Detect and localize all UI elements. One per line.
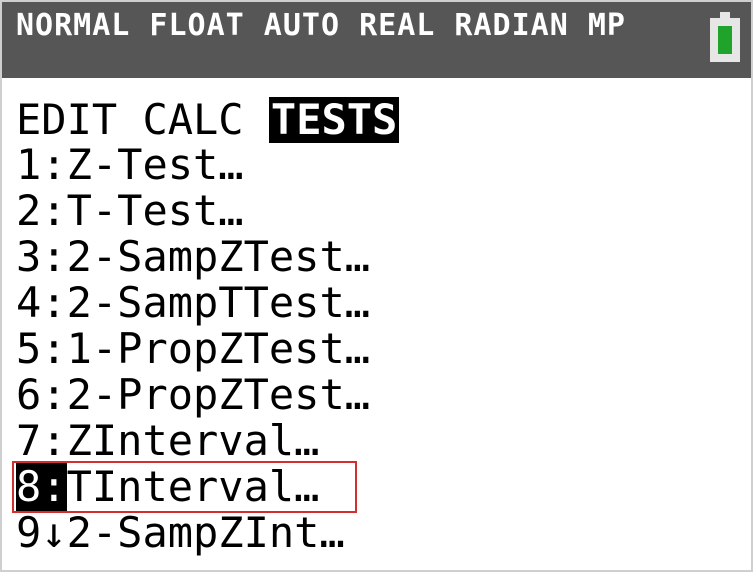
tab-edit[interactable]: EDIT [16,97,117,143]
menu-item-7[interactable]: 7:ZInterval… [16,418,319,464]
item-label: ZInterval… [66,416,320,465]
selection-highlight-box [12,461,357,513]
item-label: 2-PropZTest… [66,370,371,419]
item-label: T-Test… [66,186,244,235]
item-number: 5 [16,324,42,373]
menu-item-1[interactable]: 1:Z-Test… [16,142,244,188]
item-number: 9 [16,508,42,557]
item-separator: : [41,186,67,235]
item-number: 3 [16,232,42,281]
item-label: 2-SampZInt… [66,508,345,557]
tab-tests[interactable]: TESTS [268,97,400,143]
calculator-screen: NORMAL FLOAT AUTO REAL RADIAN MP EDIT CA… [0,0,753,572]
item-label: 1-PropZTest… [66,324,371,373]
menu-tabs: EDIT CALC TESTS [16,97,400,143]
menu-item-2[interactable]: 2:T-Test… [16,188,244,234]
menu-item-3[interactable]: 3:2-SampZTest… [16,234,370,280]
tab-calc[interactable]: CALC [142,97,243,143]
item-label: Z-Test… [66,140,244,189]
item-separator: : [41,416,67,465]
menu-item-9[interactable]: 9↓2-SampZInt… [16,510,345,556]
menu-item-6[interactable]: 6:2-PropZTest… [16,372,370,418]
item-number: 1 [16,140,42,189]
battery-level [718,26,732,54]
item-number: 7 [16,416,42,465]
item-number: 4 [16,278,42,327]
item-number: 6 [16,370,42,419]
item-separator: : [41,324,67,373]
item-separator: : [41,140,67,189]
menu-item-4[interactable]: 4:2-SampTTest… [16,280,370,326]
item-number: 2 [16,186,42,235]
item-label: 2-SampTTest… [66,278,371,327]
item-separator: : [41,232,67,281]
status-bar: NORMAL FLOAT AUTO REAL RADIAN MP [2,2,751,78]
scroll-down-arrow: ↓ [41,508,67,557]
menu-item-5[interactable]: 5:1-PropZTest… [16,326,370,372]
status-text: NORMAL FLOAT AUTO REAL RADIAN MP [16,8,626,43]
item-separator: : [41,278,67,327]
battery-icon [710,12,740,62]
item-label: 2-SampZTest… [66,232,371,281]
item-separator: : [41,370,67,419]
